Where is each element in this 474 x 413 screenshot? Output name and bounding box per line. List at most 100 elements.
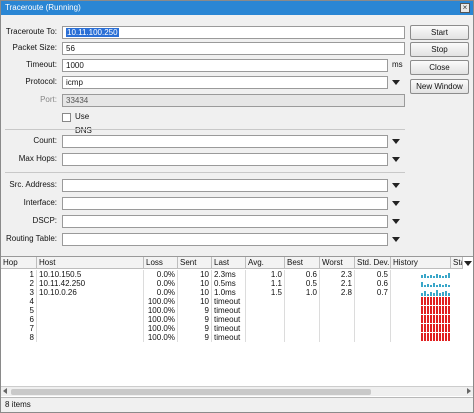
dscp-dropdown-icon[interactable] (392, 219, 400, 224)
packet-size-input[interactable]: 56 (62, 42, 405, 55)
cell-avg: 1.0 (246, 270, 285, 279)
table-row[interactable]: 4 100.0% 10 timeout (1, 297, 473, 306)
routing-table-select[interactable] (62, 233, 388, 246)
table-row[interactable]: 2 10.11.42.250 0.0% 10 0.5ms 1.1 0.5 2.1 0.6 (1, 279, 473, 288)
dscp-input[interactable] (62, 215, 388, 228)
history-bar (424, 297, 426, 305)
table-row[interactable]: 5 100.0% 9 timeout (1, 306, 473, 315)
protocol-label: Protocol: (25, 77, 57, 86)
src-address-input[interactable] (62, 179, 388, 192)
history-bar (442, 276, 444, 278)
cell-loss: 100.0% (144, 306, 178, 315)
col-header-status[interactable]: Sta (451, 257, 463, 269)
routing-table-dropdown-icon[interactable] (392, 237, 400, 242)
history-bar (433, 276, 435, 278)
cell-hop: 7 (1, 324, 37, 333)
close-button[interactable]: Close (410, 60, 469, 75)
history-bar (421, 293, 423, 296)
traceroute-to-label: Traceroute To: (5, 27, 57, 36)
horizontal-scrollbar[interactable] (1, 386, 473, 396)
history-sparkline (421, 315, 451, 323)
history-bar (427, 306, 429, 314)
routing-table-label: Routing Table: (6, 234, 57, 243)
table-row[interactable]: 6 100.0% 9 timeout (1, 315, 473, 324)
history-bar (439, 297, 441, 305)
history-bar (448, 315, 450, 323)
table-row[interactable]: 3 10.10.0.26 0.0% 10 1.0ms 1.5 1.0 2.8 0.7 (1, 288, 473, 297)
history-bar (424, 315, 426, 323)
col-header-sent[interactable]: Sent (178, 257, 212, 269)
src-address-dropdown-icon[interactable] (392, 183, 400, 188)
col-header-avg[interactable]: Avg. (246, 257, 285, 269)
max-hops-input[interactable] (62, 153, 388, 166)
cell-avg: 1.1 (246, 279, 285, 288)
history-bar (427, 294, 429, 296)
interface-dropdown-icon[interactable] (392, 201, 400, 206)
protocol-dropdown-icon[interactable] (392, 80, 400, 85)
history-bar (436, 324, 438, 332)
stop-button[interactable]: Stop (410, 42, 469, 57)
col-header-worst[interactable]: Worst (320, 257, 355, 269)
cell-best (285, 333, 320, 342)
table-row[interactable]: 1 10.10.150.5 0.0% 10 2.3ms 1.0 0.6 2.3 0.5 (1, 270, 473, 279)
col-header-hop[interactable]: Hop (1, 257, 37, 269)
history-bar (436, 315, 438, 323)
history-bar (439, 275, 441, 278)
table-row[interactable]: 7 100.0% 9 timeout (1, 324, 473, 333)
history-bar (433, 297, 435, 305)
history-bar (442, 324, 444, 332)
cell-worst: 2.8 (320, 288, 355, 297)
col-header-best[interactable]: Best (285, 257, 320, 269)
history-bar (445, 333, 447, 341)
column-menu-icon[interactable] (464, 261, 472, 266)
cell-last: timeout (212, 324, 246, 333)
cell-best (285, 297, 320, 306)
cell-avg (246, 315, 285, 324)
max-hops-dropdown-icon[interactable] (392, 157, 400, 162)
history-bar (445, 291, 447, 296)
cell-loss: 0.0% (144, 279, 178, 288)
history-bar (448, 285, 450, 287)
history-bar (421, 315, 423, 323)
history-bar (436, 290, 438, 296)
cell-worst (320, 315, 355, 324)
col-header-last[interactable]: Last (212, 257, 246, 269)
title-bar: Traceroute (Running) × (1, 1, 473, 15)
count-dropdown-icon[interactable] (392, 139, 400, 144)
history-bar (424, 291, 426, 296)
traceroute-to-input[interactable]: 10.11.100.250 (62, 26, 405, 39)
use-dns-checkbox[interactable] (62, 113, 71, 122)
timeout-input[interactable]: 1000 (62, 59, 388, 72)
scroll-right-icon[interactable] (467, 388, 471, 394)
col-header-loss[interactable]: Loss (144, 257, 178, 269)
start-button[interactable]: Start (410, 25, 469, 40)
scroll-thumb[interactable] (11, 389, 371, 395)
cell-last: 1.0ms (212, 288, 246, 297)
cell-std (355, 315, 391, 324)
src-address-label: Src. Address: (9, 180, 57, 189)
cell-loss: 100.0% (144, 315, 178, 324)
col-header-std-dev[interactable]: Std. Dev. (355, 257, 391, 269)
protocol-select[interactable]: icmp (62, 76, 388, 89)
history-bar (424, 274, 426, 278)
close-window-icon[interactable]: × (460, 3, 470, 13)
scroll-left-icon[interactable] (3, 388, 7, 394)
history-bar (448, 297, 450, 305)
table-row[interactable]: 8 100.0% 9 timeout (1, 333, 473, 342)
history-bar (445, 275, 447, 278)
history-bar (430, 315, 432, 323)
interface-select[interactable] (62, 197, 388, 210)
history-bar (424, 306, 426, 314)
cell-hop: 1 (1, 270, 37, 279)
history-bar (424, 324, 426, 332)
history-bar (433, 324, 435, 332)
col-header-host[interactable]: Host (37, 257, 144, 269)
history-bar (439, 324, 441, 332)
history-bar (433, 283, 435, 287)
new-window-button[interactable]: New Window (410, 79, 469, 94)
col-header-history[interactable]: History (391, 257, 451, 269)
count-input[interactable] (62, 135, 388, 148)
history-bar (430, 285, 432, 287)
cell-loss: 0.0% (144, 288, 178, 297)
cell-host (37, 315, 144, 324)
